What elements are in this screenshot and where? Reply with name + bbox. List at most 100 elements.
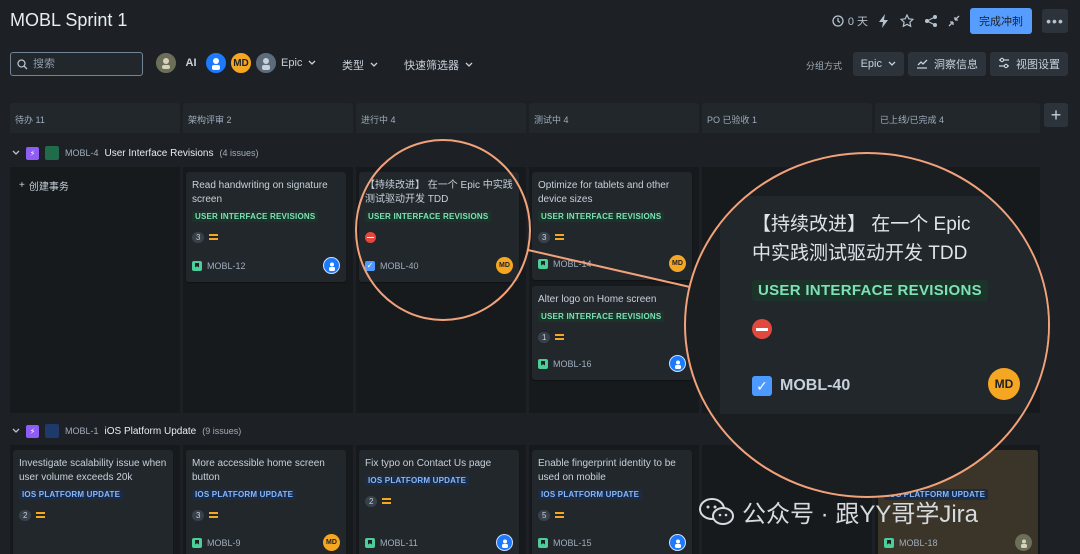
zoomed-card-title-line2: 中实践测试驱动开发 TDD <box>752 243 968 264</box>
issue-card[interactable]: Investigate scalability issue when user … <box>13 450 173 554</box>
chevron-down-icon <box>12 426 20 437</box>
assignee-avatar[interactable] <box>323 257 340 274</box>
issue-key[interactable]: MOBL-12 <box>207 261 246 271</box>
card-title: Optimize for tablets and other device si… <box>538 180 670 205</box>
avatar-md[interactable]: MD <box>229 51 253 75</box>
story-points: 2 <box>19 509 32 521</box>
swimlane-header[interactable]: ⚡ MOBL-1 iOS Platform Update (9 issues) <box>12 423 241 439</box>
zoomed-card-title-line1: 【持续改进】 在一个 Epic <box>752 214 971 235</box>
card-footer: MOBL-11 <box>365 534 513 551</box>
priority-medium-icon <box>382 498 392 504</box>
avatar-ai[interactable]: AI <box>179 51 203 75</box>
header-actions: 0 天 完成冲刺 ••• <box>832 8 1068 34</box>
avatar-filter-group: AI MD <box>154 51 278 75</box>
type-filter-dropdown[interactable]: 类型 <box>342 57 378 73</box>
quick-filters-dropdown[interactable]: 快速筛选器 <box>404 57 473 73</box>
assignee-avatar[interactable] <box>669 355 686 372</box>
issue-card[interactable]: Optimize for tablets and other device si… <box>532 172 692 280</box>
add-column-button[interactable]: + <box>1044 103 1068 127</box>
card-meta: 1 <box>538 331 686 343</box>
card-meta: 3 <box>192 231 340 243</box>
epic-label: IOS PLATFORM UPDATE <box>19 489 124 500</box>
priority-medium-icon <box>555 234 565 240</box>
issue-card[interactable]: Read handwriting on signature screen USE… <box>186 172 346 282</box>
more-actions-button[interactable]: ••• <box>1042 9 1068 33</box>
zoomed-epic-label: USER INTERFACE REVISIONS <box>752 280 988 301</box>
zoom-callout: 【持续改进】 在一个 Epic 中实践测试驱动开发 TDD USER INTER… <box>684 152 1050 498</box>
more-icon: ••• <box>1046 13 1064 29</box>
epic-icon: ⚡ <box>26 146 39 160</box>
chevron-down-icon <box>888 58 896 70</box>
issue-key[interactable]: MOBL-9 <box>207 538 241 548</box>
search-input[interactable] <box>33 58 133 70</box>
issue-key[interactable]: MOBL-15 <box>553 538 592 548</box>
plus-icon: + <box>1050 104 1062 125</box>
assignee-avatar[interactable] <box>669 534 686 551</box>
epic-filter-dropdown[interactable]: Epic <box>281 57 316 69</box>
assignee-avatar[interactable] <box>496 534 513 551</box>
avatar-unassigned[interactable] <box>254 51 278 75</box>
priority-medium-icon <box>209 512 219 518</box>
card-meta: 2 <box>19 509 167 521</box>
lightning-icon[interactable] <box>878 14 890 28</box>
issue-card[interactable]: Fix typo on Contact Us page IOS PLATFORM… <box>359 450 519 554</box>
story-icon <box>538 358 548 369</box>
story-icon <box>192 537 202 548</box>
story-points: 3 <box>192 509 205 521</box>
view-settings-label: 视图设置 <box>1016 59 1060 71</box>
issue-card[interactable]: Alter logo on Home screen USER INTERFACE… <box>532 286 692 380</box>
insights-button[interactable]: 洞察信息 <box>908 52 986 76</box>
story-icon <box>884 537 894 548</box>
timer-text: 0 天 <box>847 16 868 28</box>
epic-key: MOBL-4 <box>65 148 99 158</box>
card-footer: MOBL-18 <box>884 534 1032 551</box>
column-header-arch-review[interactable]: 架构评审 2 <box>183 103 353 133</box>
issue-key[interactable]: MOBL-11 <box>380 538 418 548</box>
group-by-dropdown[interactable]: Epic <box>852 52 904 76</box>
issue-key[interactable]: MOBL-14 <box>553 259 592 269</box>
card-meta: 5 <box>538 509 686 521</box>
epic-filter-label: Epic <box>281 57 303 69</box>
avatar-user-photo[interactable] <box>154 51 178 75</box>
create-issue-button[interactable]: + 创建事务 <box>19 178 69 193</box>
collapse-icon[interactable] <box>948 15 960 27</box>
epic-label: USER INTERFACE REVISIONS <box>538 211 665 222</box>
card-footer: MOBL-12 <box>192 257 340 274</box>
complete-sprint-button[interactable]: 完成冲刺 <box>970 8 1032 34</box>
priority-medium-icon <box>555 512 565 518</box>
column-header-done[interactable]: 已上线/已完成 4 <box>875 103 1040 133</box>
epic-key: MOBL-1 <box>65 426 99 436</box>
assignee-avatar[interactable] <box>1015 534 1032 551</box>
issue-key[interactable]: MOBL-16 <box>553 359 592 369</box>
column-header-todo[interactable]: 待办 11 <box>10 103 180 133</box>
card-title: More accessible home screen button <box>192 458 325 483</box>
issue-card[interactable]: Enable fingerprint identity to be used o… <box>532 450 692 554</box>
column-header-po-accepted[interactable]: PO 已验收 1 <box>702 103 872 133</box>
star-icon[interactable] <box>900 14 914 28</box>
sprint-timer[interactable]: 0 天 <box>832 13 868 29</box>
story-points: 2 <box>365 495 378 507</box>
issue-key[interactable]: MOBL-18 <box>899 538 938 548</box>
quick-filters-label: 快速筛选器 <box>404 60 459 72</box>
search-box[interactable] <box>10 52 143 76</box>
create-issue-label: 创建事务 <box>28 182 69 193</box>
view-settings-button[interactable]: 视图设置 <box>990 52 1068 76</box>
assignee-avatar[interactable]: MD <box>669 255 686 272</box>
top-bar: MOBL Sprint 1 0 天 完成冲刺 ••• <box>0 0 1080 44</box>
column-header-testing[interactable]: 测试中 4 <box>529 103 699 133</box>
epic-title: iOS Platform Update <box>104 425 197 437</box>
share-icon[interactable] <box>924 14 938 28</box>
avatar-user-blue[interactable] <box>204 51 228 75</box>
assignee-avatar[interactable]: MD <box>323 534 340 551</box>
card-meta: 3 <box>192 509 340 521</box>
swimlane-header[interactable]: ⚡ MOBL-4 User Interface Revisions (4 iss… <box>12 145 258 161</box>
issue-card[interactable]: More accessible home screen button IOS P… <box>186 450 346 554</box>
card-title: Alter logo on Home screen <box>538 294 657 305</box>
column-header-in-progress[interactable]: 进行中 4 <box>356 103 526 133</box>
type-filter-label: 类型 <box>342 60 364 72</box>
epic-title: User Interface Revisions <box>104 147 214 159</box>
group-by-value: Epic <box>860 58 882 70</box>
epic-icon: ⚡ <box>26 424 39 438</box>
priority-medium-icon <box>36 512 46 518</box>
story-points: 3 <box>192 231 205 243</box>
